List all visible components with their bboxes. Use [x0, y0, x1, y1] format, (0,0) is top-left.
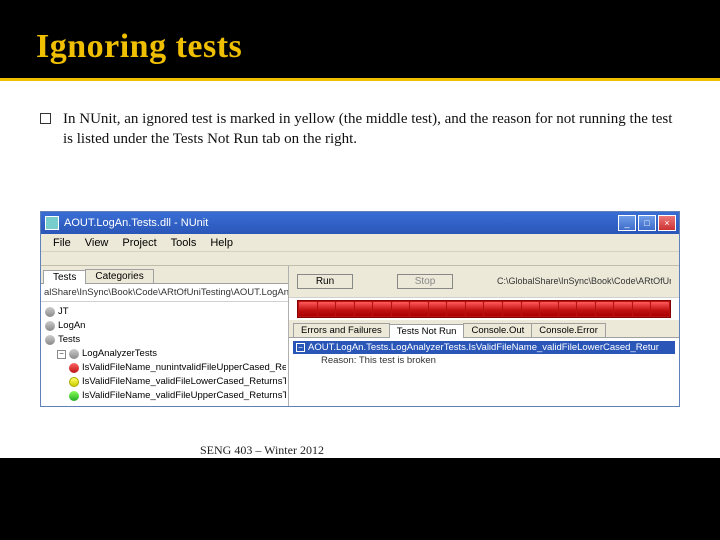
status-dot-red: [69, 363, 79, 373]
tab-tests[interactable]: Tests: [43, 270, 86, 284]
progress-seg: [503, 302, 521, 316]
bullet-marker: [40, 113, 51, 124]
tree-test-3[interactable]: IsValidFileName_validFileUpperCased_Retu…: [43, 389, 286, 403]
progress-seg: [484, 302, 502, 316]
progress-bar: [297, 300, 671, 318]
left-pane: Tests Categories alShare\InSync\Book\Cod…: [41, 266, 289, 406]
progress-seg: [577, 302, 595, 316]
progress-seg: [540, 302, 558, 316]
menu-project[interactable]: Project: [116, 236, 162, 250]
tree-test-1[interactable]: IsValidFileName_nunintvalidFileUpperCase…: [43, 361, 286, 375]
slide-title: Ignoring tests: [0, 0, 720, 72]
progress-seg: [596, 302, 614, 316]
main-split: Tests Categories alShare\InSync\Book\Cod…: [41, 266, 679, 406]
left-path-text: alShare\InSync\Book\Code\ARtOfUniTesting…: [44, 287, 288, 298]
menubar: File View Project Tools Help: [41, 234, 679, 252]
minimize-button[interactable]: _: [618, 215, 636, 231]
status-dot-green: [69, 391, 79, 401]
progress-seg: [651, 302, 669, 316]
slide-footer: SENG 403 – Winter 2012: [200, 443, 720, 458]
content-area: In NUnit, an ignored test is marked in y…: [0, 81, 720, 211]
maximize-button[interactable]: □: [638, 215, 656, 231]
tab-categories[interactable]: Categories: [85, 269, 153, 283]
tree-fixture-label: LogAnalyzerTests: [82, 347, 157, 361]
tree-root-label: JT: [58, 305, 69, 319]
tree-test-2-label: IsValidFileName_validFileLowerCased_Retu…: [82, 375, 286, 389]
window-title: AOUT.LogAn.Tests.dll - NUnit: [64, 217, 208, 229]
progress-seg: [466, 302, 484, 316]
tree-logan-label: LogAn: [58, 319, 85, 333]
right-pane: Run Stop C:\GlobalShare\InSync\Book\Code…: [289, 266, 679, 406]
tree-tests[interactable]: Tests: [43, 333, 286, 347]
result-tabs: Errors and Failures Tests Not Run Consol…: [289, 320, 679, 338]
bullet-text: In NUnit, an ignored test is marked in y…: [63, 109, 680, 150]
status-dot-grey: [45, 307, 55, 317]
menu-tools[interactable]: Tools: [165, 236, 203, 250]
screenshot-wrap: AOUT.LogAn.Tests.dll - NUnit _ □ × File …: [0, 211, 720, 407]
close-button[interactable]: ×: [658, 215, 676, 231]
titlebar-left: AOUT.LogAn.Tests.dll - NUnit: [45, 216, 208, 230]
progress-seg: [355, 302, 373, 316]
tab-notrun[interactable]: Tests Not Run: [389, 324, 465, 338]
collapse-icon[interactable]: −: [296, 343, 305, 352]
progress-seg: [614, 302, 632, 316]
right-toolbar: Run Stop C:\GlobalShare\InSync\Book\Code…: [289, 266, 679, 298]
tab-console-out[interactable]: Console.Out: [463, 323, 532, 337]
menu-file[interactable]: File: [47, 236, 77, 250]
titlebar-controls: _ □ ×: [618, 215, 676, 231]
progress-seg: [392, 302, 410, 316]
notrun-test-name: AOUT.LogAn.Tests.LogAnalyzerTests.IsVali…: [308, 342, 659, 353]
status-dot-grey: [45, 321, 55, 331]
tree-tests-label: Tests: [58, 333, 80, 347]
run-button[interactable]: Run: [297, 274, 353, 289]
progress-seg: [410, 302, 428, 316]
progress-seg: [429, 302, 447, 316]
menu-help[interactable]: Help: [204, 236, 239, 250]
progress-seg: [447, 302, 465, 316]
tree-test-3-label: IsValidFileName_validFileUpperCased_Retu…: [82, 389, 286, 403]
status-dot-grey: [69, 349, 79, 359]
tree-root[interactable]: JT: [43, 305, 286, 319]
notrun-panel: − AOUT.LogAn.Tests.LogAnalyzerTests.IsVa…: [289, 338, 679, 406]
toolstrip: [41, 252, 679, 266]
progress-seg: [373, 302, 391, 316]
progress-seg: [559, 302, 577, 316]
tab-console-error[interactable]: Console.Error: [531, 323, 606, 337]
nunit-window: AOUT.LogAn.Tests.dll - NUnit _ □ × File …: [40, 211, 680, 407]
status-dot-yellow: [69, 377, 79, 387]
titlebar: AOUT.LogAn.Tests.dll - NUnit _ □ ×: [41, 212, 679, 234]
stop-button[interactable]: Stop: [397, 274, 453, 289]
notrun-selected-row[interactable]: − AOUT.LogAn.Tests.LogAnalyzerTests.IsVa…: [293, 341, 675, 354]
tab-errors[interactable]: Errors and Failures: [293, 323, 390, 337]
progress-seg: [318, 302, 336, 316]
progress-row: [289, 298, 679, 320]
progress-seg: [522, 302, 540, 316]
progress-seg: [336, 302, 354, 316]
app-icon: [45, 216, 59, 230]
status-dot-grey: [45, 335, 55, 345]
bullet-item: In NUnit, an ignored test is marked in y…: [40, 109, 680, 150]
tree-logan[interactable]: LogAn: [43, 319, 286, 333]
test-tree[interactable]: JT LogAn Tests − LogAnalyzerTests: [41, 302, 288, 406]
progress-seg: [299, 302, 317, 316]
progress-seg: [633, 302, 651, 316]
collapse-icon[interactable]: −: [57, 350, 66, 359]
reason-text: Reason: This test is broken: [321, 355, 436, 366]
left-tabs: Tests Categories: [41, 266, 288, 284]
left-pathbar: alShare\InSync\Book\Code\ARtOfUniTesting…: [41, 284, 288, 302]
menu-view[interactable]: View: [79, 236, 115, 250]
footer-area: SENG 403 – Winter 2012: [0, 407, 720, 458]
notrun-reason-row: Reason: This test is broken: [293, 354, 675, 367]
tree-fixture[interactable]: − LogAnalyzerTests: [43, 347, 286, 361]
tree-test-2[interactable]: IsValidFileName_validFileLowerCased_Retu…: [43, 375, 286, 389]
tree-test-1-label: IsValidFileName_nunintvalidFileUpperCase…: [82, 361, 286, 375]
result-path: C:\GlobalShare\InSync\Book\Code\ARtOfUni…: [497, 276, 671, 287]
